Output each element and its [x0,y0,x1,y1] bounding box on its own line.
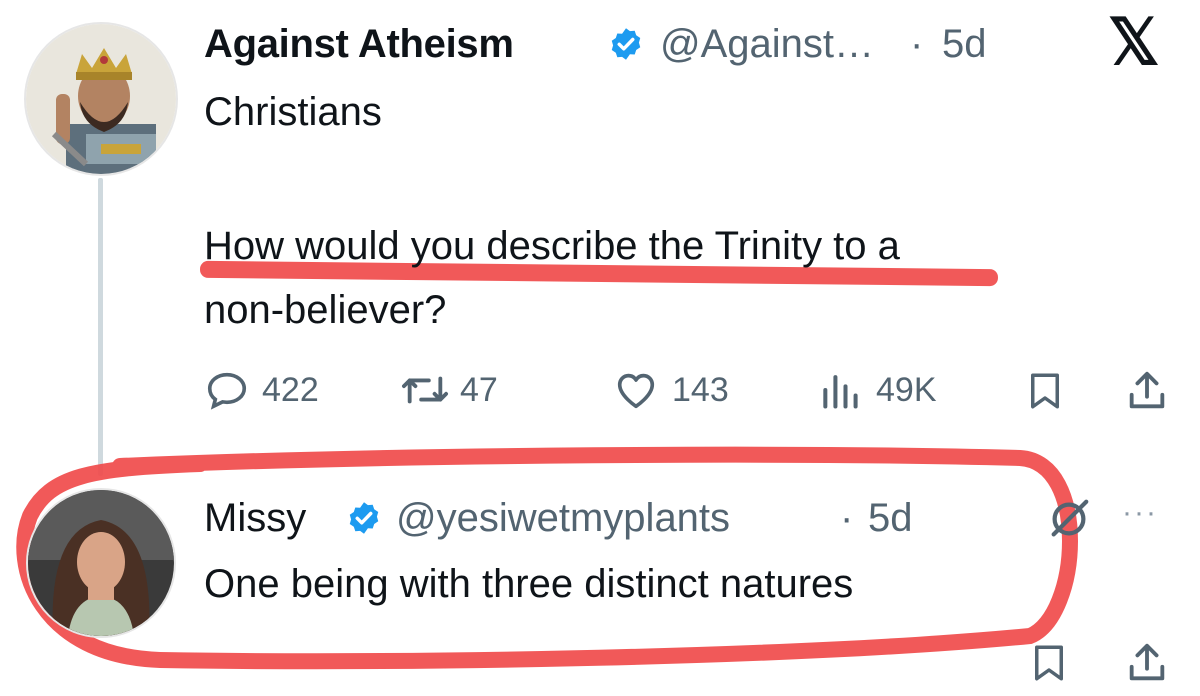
author-name[interactable]: Against Atheism [204,22,514,66]
repost-icon [401,376,448,404]
more-icon[interactable]: ··· [1122,496,1158,530]
tweet-text-line1: Christians [204,90,382,134]
avatar-photo-image [28,490,174,636]
reply-author-name[interactable]: Missy [204,496,306,540]
repost-button[interactable]: 47 [400,366,498,414]
reply-avatar[interactable] [26,488,176,638]
thread-connector [98,178,103,476]
share-icon[interactable] [1124,368,1170,414]
tweet-text-line3: non-believer? [204,288,447,332]
x-logo-icon: 𝕏 [1108,6,1160,78]
verified-badge-icon [349,502,379,534]
bookmark-icon[interactable] [1024,368,1066,414]
tweet-text-line2: How would you describe the Trinity to a [204,224,900,268]
reply-bookmark-icon[interactable] [1028,640,1070,686]
like-icon [617,373,655,409]
author-handle[interactable]: @Against… [660,22,874,66]
repost-count: 47 [460,371,498,409]
views-icon [823,375,858,409]
verified-badge-icon [611,28,641,60]
reply-icon [207,372,247,410]
time-separator: · [910,22,924,66]
reply-text: One being with three distinct natures [204,562,854,606]
views-count: 49K [876,371,937,409]
grok-icon[interactable] [1046,496,1092,542]
like-count: 143 [672,371,729,409]
like-button[interactable]: 143 [612,366,729,414]
reply-share-icon[interactable] [1124,640,1170,686]
tweet-time[interactable]: 5d [942,22,987,66]
author-avatar[interactable] [24,22,178,176]
reply-count: 422 [262,371,319,409]
reply-time[interactable]: 5d [868,496,913,540]
reply-button[interactable]: 422 [204,366,319,414]
avatar-portrait-image [26,24,176,174]
reply-time-separator: · [840,496,854,540]
reply-author-handle[interactable]: @yesiwetmyplants [396,496,730,540]
views-button[interactable]: 49K [818,366,937,414]
